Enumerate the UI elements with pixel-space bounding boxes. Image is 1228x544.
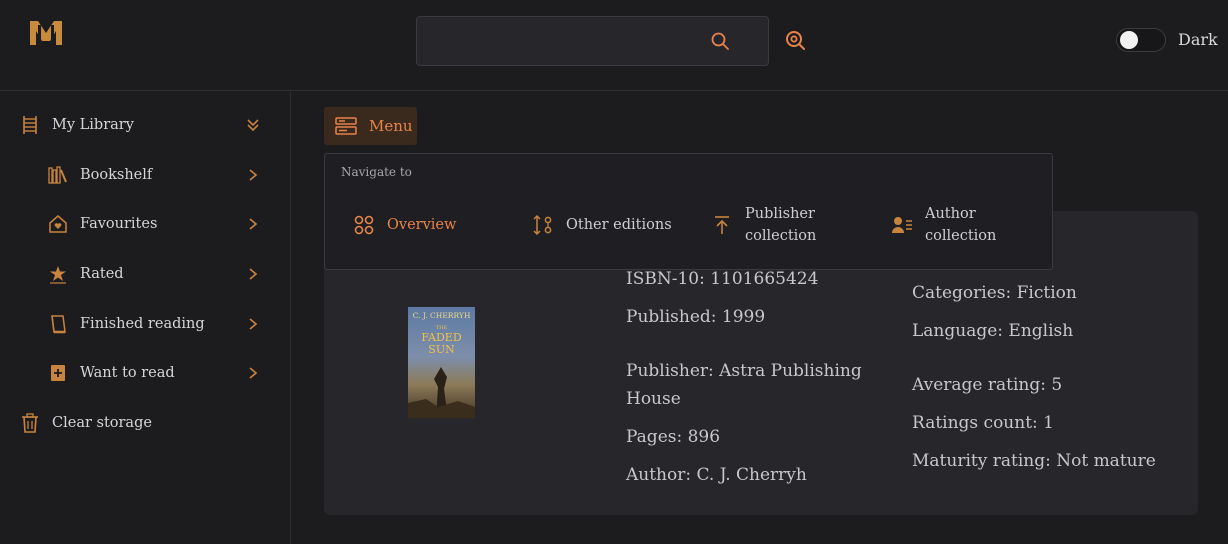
sidebar-clear-storage[interactable]: Clear storage — [20, 409, 270, 437]
cover-author: C. J. CHERRYH — [413, 311, 471, 320]
sidebar: My Library Bookshelf Favourites Rated Fi… — [0, 92, 291, 544]
search-icon[interactable] — [710, 31, 730, 51]
navigate-to-title: Navigate to — [341, 165, 412, 179]
sidebar-my-library-label: My Library — [52, 117, 134, 133]
chevron-right-icon — [249, 268, 258, 280]
book-author: Author: C. J. Cherryh — [626, 465, 807, 485]
nav-item-label-line2: collection — [925, 228, 997, 244]
book-publisher-line2: House — [626, 389, 681, 409]
overview-icon — [354, 215, 374, 235]
trash-icon — [22, 413, 38, 433]
book-maturity-rating: Maturity rating: Not mature — [912, 451, 1156, 471]
chevron-right-icon — [249, 169, 258, 181]
menu-button-label: Menu — [369, 117, 413, 135]
book-ratings-count: Ratings count: 1 — [912, 413, 1054, 433]
book-pages: Pages: 896 — [626, 427, 721, 447]
other-editions-icon — [533, 214, 552, 236]
theme-toggle-label: Dark — [1178, 30, 1218, 49]
double-chevron-down-icon[interactable] — [246, 118, 260, 132]
chevron-right-icon — [249, 367, 258, 379]
nav-item-other-editions[interactable]: Other editions — [532, 214, 672, 236]
cover-title-line2: SUN — [428, 343, 455, 356]
sidebar-item-favourites[interactable]: Favourites — [48, 210, 270, 238]
sidebar-item-rated[interactable]: Rated — [48, 260, 270, 288]
search-bar[interactable] — [416, 16, 769, 66]
menu-button[interactable]: Menu — [324, 107, 417, 145]
book-cover-image[interactable]: C. J. CHERRYH THE FADED SUN — [408, 307, 475, 418]
finished-reading-icon — [51, 315, 66, 334]
nav-item-label-line2: collection — [745, 228, 817, 244]
book-language: Language: English — [912, 321, 1074, 341]
advanced-search-icon[interactable] — [784, 29, 806, 51]
book-categories: Categories: Fiction — [912, 283, 1077, 303]
top-bar: Dark — [0, 0, 1228, 91]
search-input[interactable] — [429, 27, 689, 55]
library-logo[interactable] — [28, 17, 64, 47]
favourites-icon — [49, 215, 67, 233]
sidebar-item-label: Rated — [80, 266, 124, 282]
nav-item-label-line1: Author — [925, 206, 976, 222]
sidebar-item-label: Want to read — [80, 365, 175, 381]
publisher-collection-icon — [715, 216, 729, 234]
sidebar-item-bookshelf[interactable]: Bookshelf — [48, 161, 270, 189]
nav-item-label: Overview — [387, 217, 457, 233]
book-publisher-line1: Publisher: Astra Publishing — [626, 361, 862, 381]
nav-item-author-collection[interactable]: Author collection — [891, 203, 996, 247]
author-collection-icon — [892, 217, 912, 233]
rated-icon — [50, 266, 66, 284]
nav-item-label-line1: Publisher — [745, 206, 815, 222]
navigate-to-popup: Navigate to Overview Other editions Publ… — [324, 153, 1053, 270]
toggle-knob — [1120, 31, 1138, 49]
theme-toggle[interactable] — [1116, 28, 1166, 52]
sidebar-item-want-to-read[interactable]: Want to read — [48, 359, 270, 387]
nav-item-label: Other editions — [566, 217, 672, 233]
sidebar-item-label: Bookshelf — [80, 167, 153, 183]
bookshelf-icon — [48, 166, 67, 184]
sidebar-my-library[interactable]: My Library — [20, 111, 270, 139]
chevron-right-icon — [249, 318, 258, 330]
sidebar-item-finished-reading[interactable]: Finished reading — [48, 310, 270, 338]
book-average-rating: Average rating: 5 — [912, 375, 1063, 395]
book-published: Published: 1999 — [626, 307, 766, 327]
chevron-right-icon — [249, 218, 258, 230]
menu-icon — [335, 117, 357, 135]
sidebar-clear-storage-label: Clear storage — [52, 415, 152, 431]
sidebar-item-label: Finished reading — [80, 316, 205, 332]
library-ladder-icon — [23, 116, 37, 134]
want-to-read-icon — [51, 365, 65, 381]
sidebar-item-label: Favourites — [80, 216, 158, 232]
nav-item-overview[interactable]: Overview — [353, 214, 456, 236]
nav-item-publisher-collection[interactable]: Publisher collection — [711, 203, 816, 247]
